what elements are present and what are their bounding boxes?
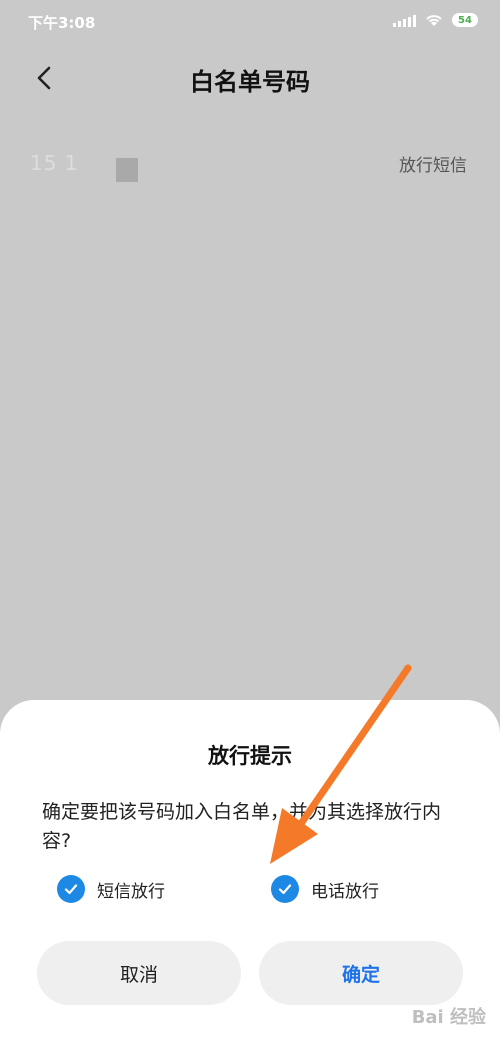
battery-icon: 54 (452, 13, 478, 27)
status-bar: 下午3:08 54 (0, 0, 500, 44)
app-header: 白名单号码 (0, 50, 500, 106)
item-status: 放行短信 (399, 156, 467, 176)
privacy-mask (116, 158, 138, 182)
status-icons: 54 (393, 12, 478, 28)
status-time: 下午3:08 (28, 14, 96, 32)
call-allow-option[interactable]: 电话放行 (271, 874, 379, 904)
battery-level: 54 (458, 14, 472, 26)
permission-dialog: 放行提示 确定要把该号码加入白名单，并为其选择放行内容? 短信放行 电话放行 取… (0, 700, 500, 1039)
list-item[interactable]: 15 1 放行短信 (0, 135, 500, 191)
confirm-button[interactable]: 确定 (259, 941, 463, 1005)
checkbox-checked-icon[interactable] (271, 875, 299, 903)
dialog-message: 确定要把该号码加入白名单，并为其选择放行内容? (42, 801, 442, 852)
call-allow-label: 电话放行 (311, 881, 379, 902)
sms-allow-option[interactable]: 短信放行 (57, 874, 165, 904)
signal-icon (393, 13, 416, 27)
dialog-title: 放行提示 (208, 744, 292, 768)
wifi-icon (426, 15, 442, 26)
watermark-logo: Bai 经验 (411, 1007, 486, 1028)
sms-allow-label: 短信放行 (97, 881, 165, 902)
phone-number: 15 1 (30, 151, 79, 175)
cancel-button[interactable]: 取消 (37, 941, 241, 1005)
page-title: 白名单号码 (190, 68, 310, 96)
checkbox-checked-icon[interactable] (57, 875, 85, 903)
